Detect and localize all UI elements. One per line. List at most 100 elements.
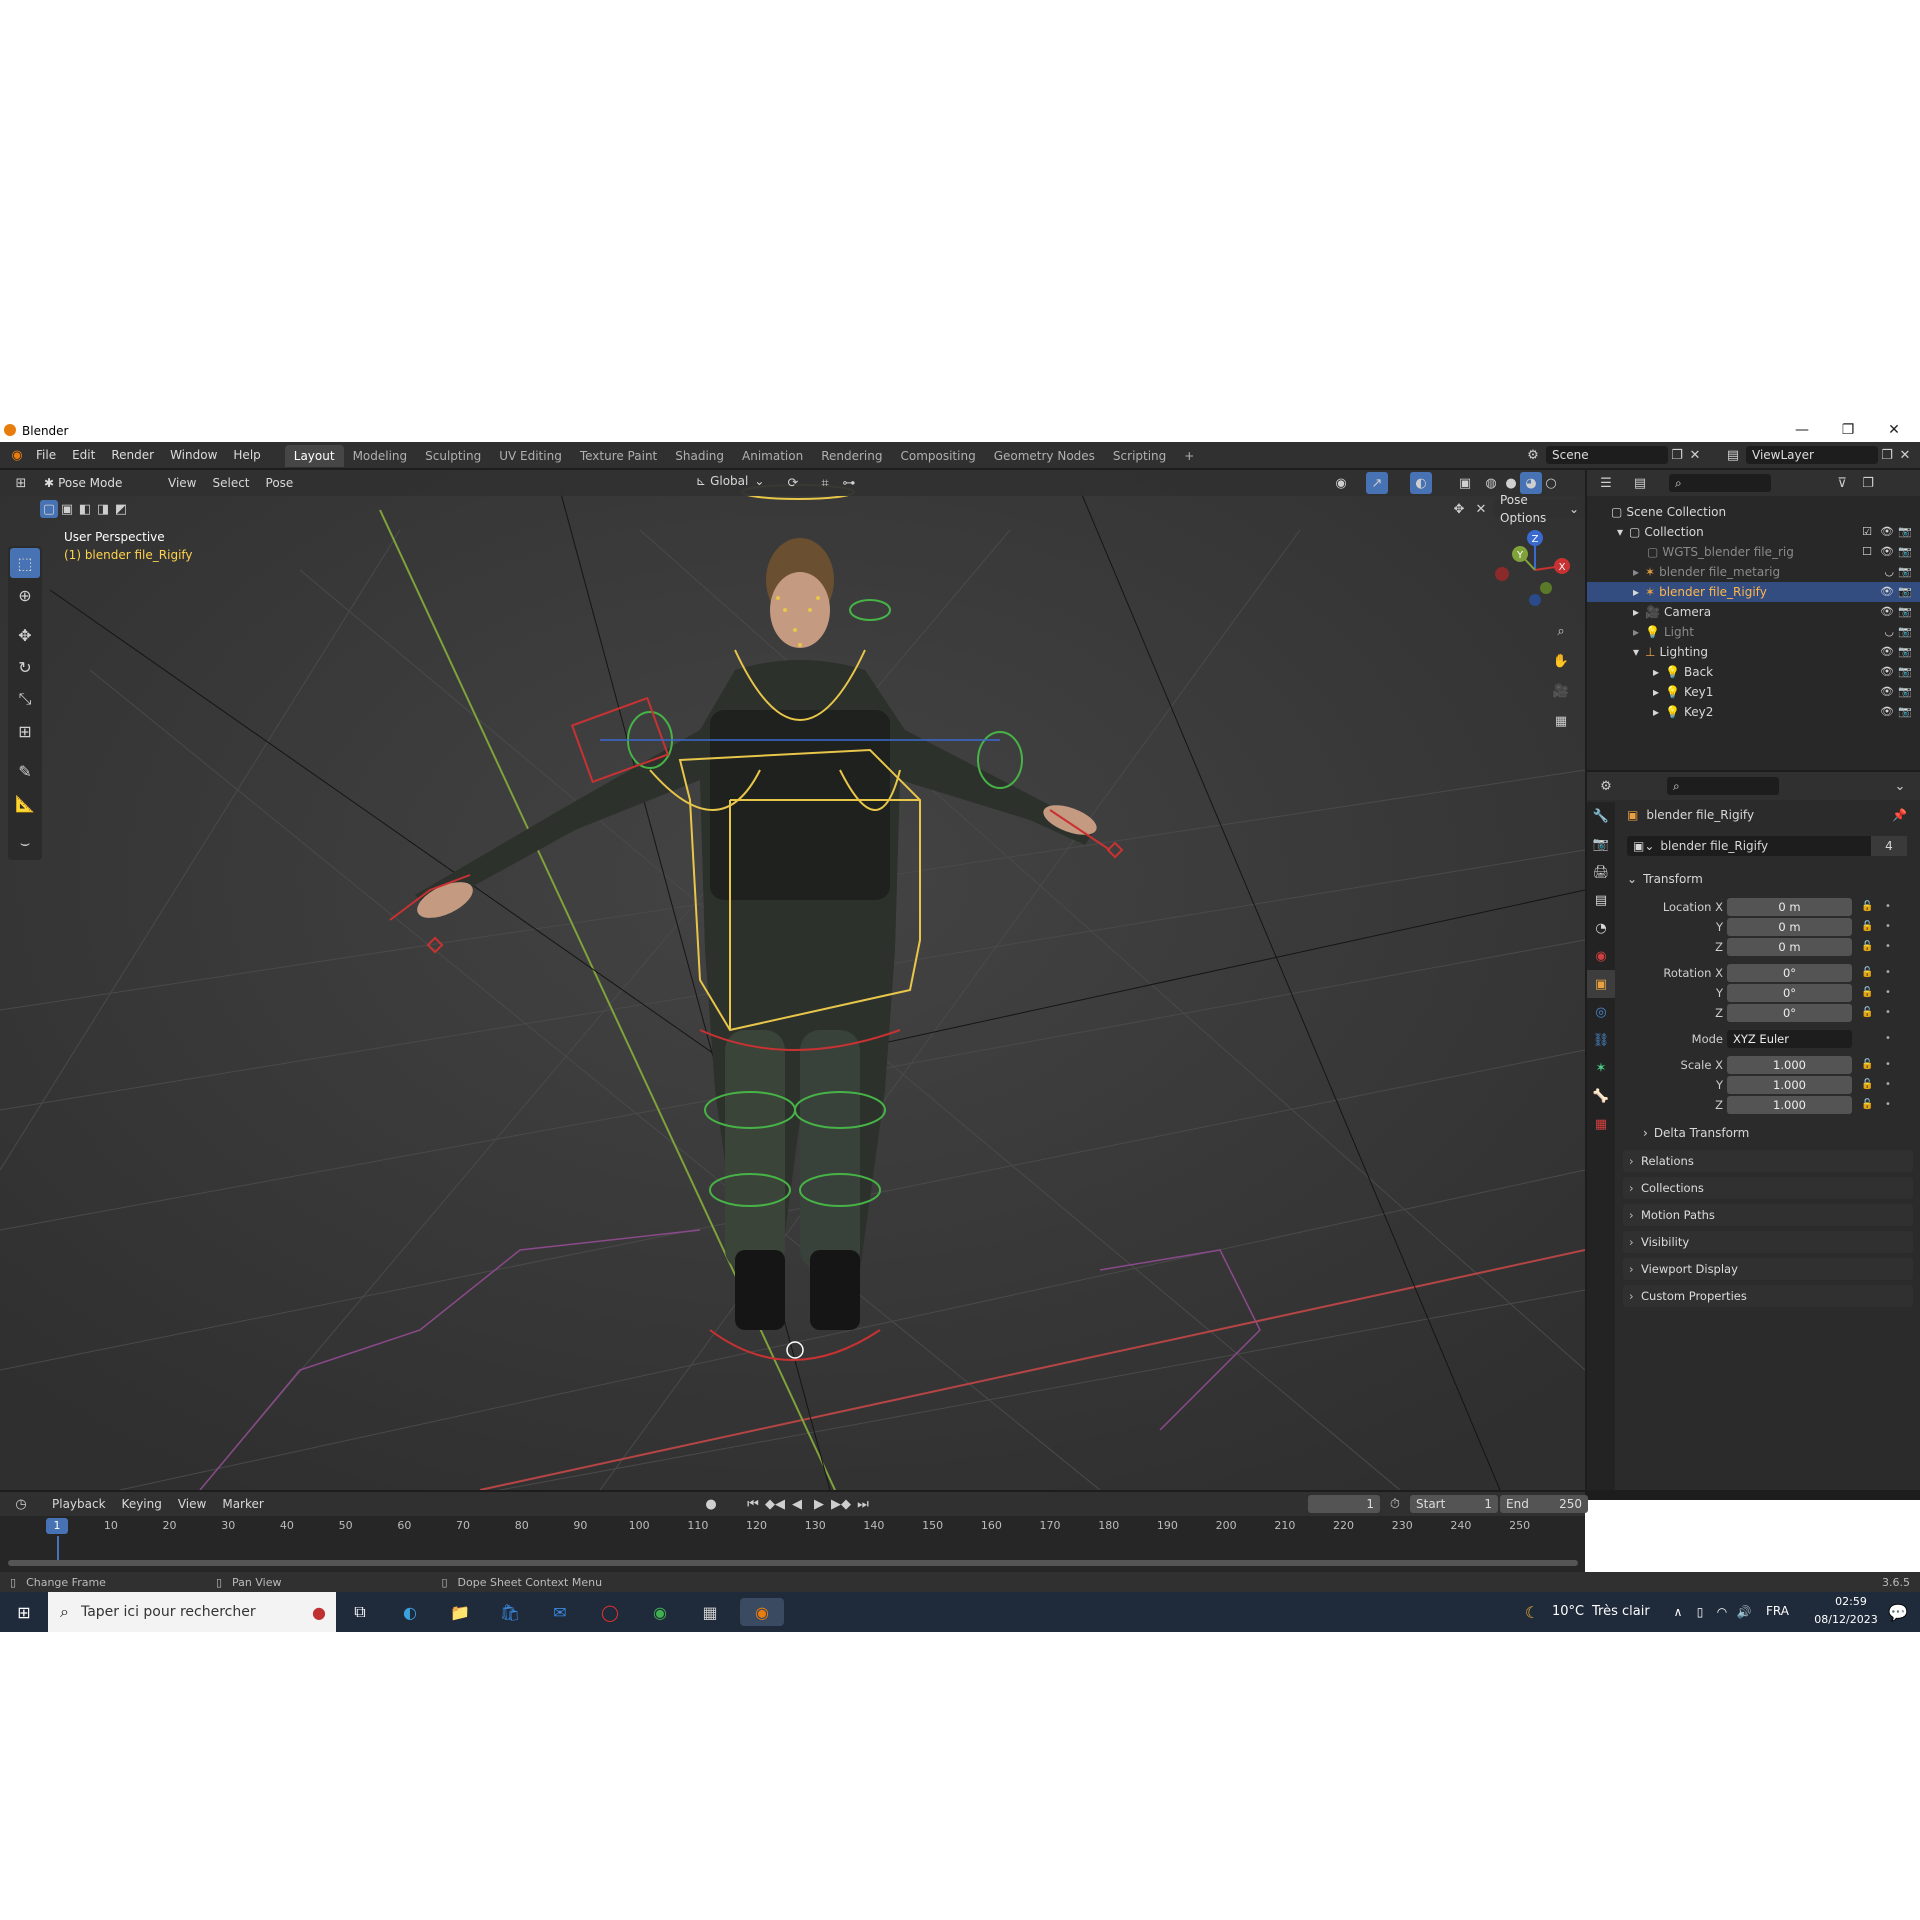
tab-sculpting[interactable]: Sculpting [416,445,490,467]
view-layer-tab-icon[interactable]: ▤ [1587,886,1615,914]
keyframe-dot-icon[interactable]: • [1885,1076,1891,1094]
rotation-mode-select[interactable]: XYZ Euler [1727,1030,1852,1048]
navigation-gizmo[interactable]: Z X Y [1490,530,1580,610]
rotate-tool-icon[interactable]: ↻ [10,652,40,682]
tab-compositing[interactable]: Compositing [891,445,984,467]
lock-icon[interactable]: 🔓 [1861,938,1873,956]
stopwatch-icon[interactable]: ⏱ [1384,1493,1406,1515]
eye-icon[interactable]: 👁 [1880,522,1894,542]
overlay-toggle-icon[interactable]: ◐ [1410,472,1432,494]
outliner-row-lighting[interactable]: ▾ ⊥ Lighting 👁 📷 [1587,642,1920,662]
outliner-row-collection[interactable]: ▾ ▢ Collection ☑ 👁 📷 [1587,522,1920,542]
rotation-x-field[interactable]: 0° [1727,964,1852,982]
outliner-row-camera[interactable]: ▸ 🎥 Camera 👁 📷 [1587,602,1920,622]
scene-field[interactable]: Scene [1546,446,1668,464]
render-camera-icon[interactable]: 📷 [1898,622,1912,642]
render-camera-icon[interactable]: 📷 [1898,562,1912,582]
keyframe-dot-icon[interactable]: • [1885,1030,1891,1048]
keyframe-dot-icon[interactable]: • [1885,984,1891,1002]
render-camera-icon[interactable]: 📷 [1898,542,1912,562]
armature-data-tab-icon[interactable]: ✶ [1587,1054,1615,1082]
viewport-menu-view[interactable]: View [160,470,204,496]
scale-tool-icon[interactable]: ⤡ [10,684,40,714]
lock-icon[interactable]: 🔓 [1861,918,1873,936]
keyframe-dot-icon[interactable]: • [1885,918,1891,936]
render-camera-icon[interactable]: 📷 [1898,582,1912,602]
close-button[interactable]: ✕ [1874,422,1914,438]
outliner-row-back[interactable]: ▸ 💡 Back 👁 📷 [1587,662,1920,682]
lock-icon[interactable]: 🔓 [1861,898,1873,916]
datablock-users[interactable]: 4 [1871,836,1907,856]
options-chevron-icon[interactable]: ⌄ [1889,775,1911,797]
eye-icon[interactable]: 👁 [1880,542,1894,562]
timeline-menu-playback[interactable]: Playback [44,1491,114,1517]
viewport-menu-select[interactable]: Select [204,470,257,496]
menu-render[interactable]: Render [103,442,162,468]
panel-visibility[interactable]: › Visibility [1623,1231,1913,1253]
object-tab-icon[interactable]: ▣ [1587,970,1615,998]
menu-window[interactable]: Window [162,442,225,468]
world-tab-icon[interactable]: ◉ [1587,942,1615,970]
zoom-icon[interactable]: ⌕ [1550,620,1572,642]
transform-tool-icon[interactable]: ⊞ [10,716,40,746]
lock-icon[interactable]: 🔓 [1861,1096,1873,1114]
tab-scripting[interactable]: Scripting [1104,445,1175,467]
editor-type-icon[interactable]: ⊞ [10,472,32,494]
render-camera-icon[interactable]: 📷 [1898,682,1912,702]
select-extend-icon[interactable]: ▣ [58,500,76,518]
restore-button[interactable]: ❐ [1828,422,1868,438]
panel-viewport-display[interactable]: › Viewport Display [1623,1258,1913,1280]
tab-uv-editing[interactable]: UV Editing [490,445,571,467]
pose-tool-icon[interactable]: ✥ [1448,498,1470,520]
snap-icon[interactable]: ⌗ [814,472,836,494]
outliner-search-field[interactable]: ⌕ [1669,474,1771,492]
blender-taskbar-icon[interactable]: ◉ [740,1598,784,1626]
eye-icon[interactable]: 👁 [1880,662,1894,682]
eye-icon[interactable]: 👁 [1880,642,1894,662]
expand-arrow-icon[interactable]: ▸ [1633,585,1639,599]
select-invert-icon[interactable]: ◨ [94,500,112,518]
physics-tab-icon[interactable]: ◎ [1587,998,1615,1026]
scale-z-field[interactable]: 1.000 [1727,1096,1852,1114]
select-subtract-icon[interactable]: ◧ [76,500,94,518]
edge-browser-icon[interactable]: ◐ [396,1598,424,1626]
menu-file[interactable]: File [28,442,64,468]
taskbar-search-box[interactable]: ⌕ Taper ici pour rechercher ● [48,1592,336,1632]
relax-pose-tool-icon[interactable]: ⌣ [10,828,40,858]
tab-rendering[interactable]: Rendering [812,445,891,467]
expand-arrow-icon[interactable]: ▸ [1633,565,1639,579]
viewport-menu-pose[interactable]: Pose [258,470,302,496]
scene-tab-icon[interactable]: ◔ [1587,914,1615,942]
outliner-row-key1[interactable]: ▸ 💡 Key1 👁 📷 [1587,682,1920,702]
location-x-field[interactable]: 0 m [1727,898,1852,916]
delta-transform-subpanel[interactable]: › Delta Transform [1643,1126,1749,1140]
camera-view-icon[interactable]: 🎥 [1550,680,1572,702]
pin-icon[interactable]: 📌 [1892,808,1907,822]
start-frame-field[interactable]: Start 1 [1410,1495,1498,1513]
keyframe-dot-icon[interactable]: • [1885,1056,1891,1074]
outliner-row-light[interactable]: ▸ 💡 Light ◡ 📷 [1587,622,1920,642]
transform-orientation[interactable]: ⊾ Global ⌄ [696,474,764,488]
weather-moon-icon[interactable]: ☾ [1518,1598,1546,1626]
keyframe-dot-icon[interactable]: • [1885,1004,1891,1022]
move-tool-icon[interactable]: ✥ [10,620,40,650]
microsoft-store-icon[interactable]: 🛍 [496,1598,524,1626]
viewlayer-icon[interactable]: ▤ [1724,446,1742,464]
lock-icon[interactable]: 🔓 [1861,1004,1873,1022]
3d-viewport[interactable]: ⊞ ✱ Pose Mode View Select Pose ⊾ Global … [0,470,1585,1490]
texture-tab-icon[interactable]: ▦ [1587,1110,1615,1138]
outliner-row-scene-collection[interactable]: ▢ Scene Collection [1587,502,1920,522]
scene-icon[interactable]: ⚙ [1524,446,1542,464]
output-tab-icon[interactable]: 🖨 [1587,858,1615,886]
checkbox-icon[interactable]: ☐ [1862,542,1872,562]
clock-date[interactable]: 08/12/2023 [1806,1613,1886,1626]
menu-help[interactable]: Help [225,442,268,468]
editor-type-icon[interactable]: ⚙ [1595,775,1617,797]
datablock-selector[interactable]: ▣⌄ blender file_Rigify 4 [1627,836,1907,856]
mail-icon[interactable]: ✉ [546,1598,574,1626]
keyframe-dot-icon[interactable]: • [1885,1096,1891,1114]
keyframe-dot-icon[interactable]: • [1885,938,1891,956]
expand-arrow-icon[interactable]: ▾ [1617,525,1623,539]
ortho-grid-icon[interactable]: ▦ [1550,710,1572,732]
outliner-row-key2[interactable]: ▸ 💡 Key2 👁 📷 [1587,702,1920,722]
